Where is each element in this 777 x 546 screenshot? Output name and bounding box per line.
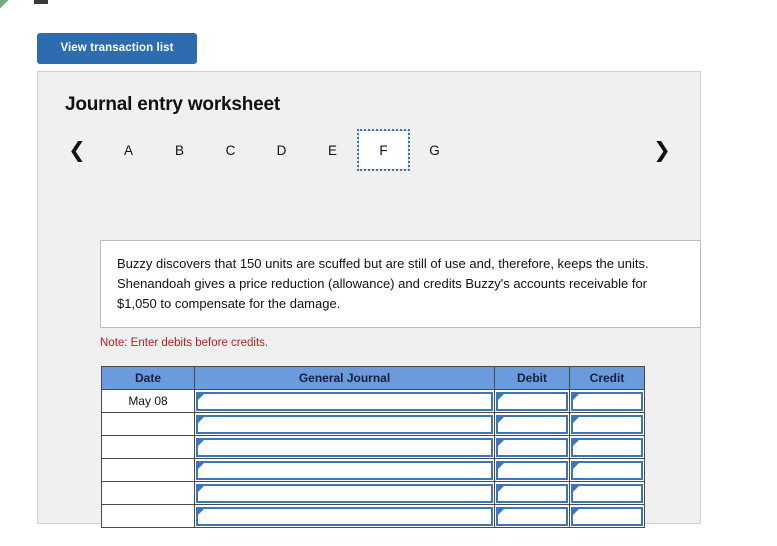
- cell-debit[interactable]: [494, 481, 570, 505]
- tab-c[interactable]: C: [205, 130, 256, 170]
- cell-credit[interactable]: [569, 389, 645, 413]
- credit-input[interactable]: [573, 393, 641, 409]
- chevron-right-icon[interactable]: ❯: [650, 130, 674, 170]
- table-row: [101, 458, 645, 482]
- credit-input[interactable]: [573, 462, 641, 478]
- debit-input[interactable]: [498, 462, 566, 478]
- tab-g[interactable]: G: [409, 130, 460, 170]
- cell-credit[interactable]: [569, 412, 645, 436]
- dropdown-triangle-icon: [571, 460, 643, 480]
- cell-date: [101, 458, 195, 482]
- cell-credit[interactable]: [569, 481, 645, 505]
- credit-input[interactable]: [573, 508, 641, 524]
- dropdown-triangle-icon: [496, 414, 568, 434]
- debit-input[interactable]: [498, 485, 566, 501]
- cell-date: [101, 481, 195, 505]
- cell-account[interactable]: [194, 412, 495, 436]
- dropdown-triangle-icon: [196, 483, 493, 503]
- debits-before-credits-note: Note: Enter debits before credits.: [100, 337, 269, 349]
- cell-debit[interactable]: [494, 435, 570, 459]
- dropdown-triangle-icon: [496, 483, 568, 503]
- dropdown-triangle-icon: [196, 414, 493, 434]
- cell-account[interactable]: [194, 389, 495, 413]
- tab-d[interactable]: D: [256, 130, 307, 170]
- dropdown-triangle-icon: [571, 414, 643, 434]
- table-row: [101, 435, 645, 459]
- page-title: Journal entry worksheet: [65, 94, 281, 115]
- cell-debit[interactable]: [494, 412, 570, 436]
- dropdown-triangle-icon: [496, 506, 568, 526]
- top-edge-artifact-dark: [34, 0, 48, 4]
- account-select[interactable]: [198, 416, 491, 432]
- tab-e[interactable]: E: [307, 130, 358, 170]
- view-transaction-list-button[interactable]: View transaction list: [37, 33, 197, 64]
- table-header-row: Date General Journal Debit Credit: [101, 366, 645, 390]
- journal-table-body: May 08: [101, 389, 645, 528]
- chevron-left-icon[interactable]: ❮: [65, 130, 89, 170]
- tab-strip: ❮ A B C D E F G ❯: [65, 129, 674, 171]
- cell-credit[interactable]: [569, 458, 645, 482]
- debit-input[interactable]: [498, 508, 566, 524]
- cell-account[interactable]: [194, 458, 495, 482]
- table-row: [101, 504, 645, 528]
- credit-input[interactable]: [573, 485, 641, 501]
- table-row: [101, 412, 645, 436]
- transaction-description: Buzzy discovers that 150 units are scuff…: [100, 240, 701, 328]
- cell-account[interactable]: [194, 481, 495, 505]
- debit-input[interactable]: [498, 416, 566, 432]
- cell-account[interactable]: [194, 504, 495, 528]
- table-row: May 08: [101, 389, 645, 413]
- column-header-date: Date: [101, 366, 195, 390]
- cell-date: [101, 412, 195, 436]
- cell-debit[interactable]: [494, 389, 570, 413]
- dropdown-triangle-icon: [496, 391, 568, 411]
- account-select[interactable]: [198, 485, 491, 501]
- credit-input[interactable]: [573, 416, 641, 432]
- account-select[interactable]: [198, 439, 491, 455]
- table-row: [101, 481, 645, 505]
- journal-entry-worksheet-panel: Journal entry worksheet ❮ A B C D E F G …: [37, 71, 701, 528]
- cell-date: [101, 504, 195, 528]
- top-edge-artifact-green: [0, 0, 10, 14]
- dropdown-triangle-icon: [196, 506, 493, 526]
- dropdown-triangle-icon: [196, 391, 493, 411]
- tab-a[interactable]: A: [103, 130, 154, 170]
- dropdown-triangle-icon: [571, 391, 643, 411]
- cell-debit[interactable]: [494, 458, 570, 482]
- page-root: View transaction list Journal entry work…: [0, 0, 777, 546]
- cell-date: [101, 435, 195, 459]
- cell-debit[interactable]: [494, 504, 570, 528]
- column-header-credit: Credit: [569, 366, 645, 390]
- column-header-debit: Debit: [494, 366, 570, 390]
- debit-input[interactable]: [498, 393, 566, 409]
- dropdown-triangle-icon: [196, 460, 493, 480]
- account-select[interactable]: [198, 462, 491, 478]
- account-select[interactable]: [198, 393, 491, 409]
- cell-date: May 08: [101, 389, 195, 413]
- tab-b[interactable]: B: [154, 130, 205, 170]
- dropdown-triangle-icon: [496, 437, 568, 457]
- account-select[interactable]: [198, 508, 491, 524]
- credit-input[interactable]: [573, 439, 641, 455]
- cell-account[interactable]: [194, 435, 495, 459]
- dropdown-triangle-icon: [571, 437, 643, 457]
- cell-credit[interactable]: [569, 504, 645, 528]
- dropdown-triangle-icon: [196, 437, 493, 457]
- tab-list: A B C D E F G: [103, 129, 460, 171]
- cell-credit[interactable]: [569, 435, 645, 459]
- dropdown-triangle-icon: [571, 483, 643, 503]
- dropdown-triangle-icon: [571, 506, 643, 526]
- debit-input[interactable]: [498, 439, 566, 455]
- column-header-general-journal: General Journal: [194, 366, 495, 390]
- tab-f[interactable]: F: [357, 129, 410, 171]
- dropdown-triangle-icon: [496, 460, 568, 480]
- journal-entry-table: Date General Journal Debit Credit May 08: [101, 366, 645, 528]
